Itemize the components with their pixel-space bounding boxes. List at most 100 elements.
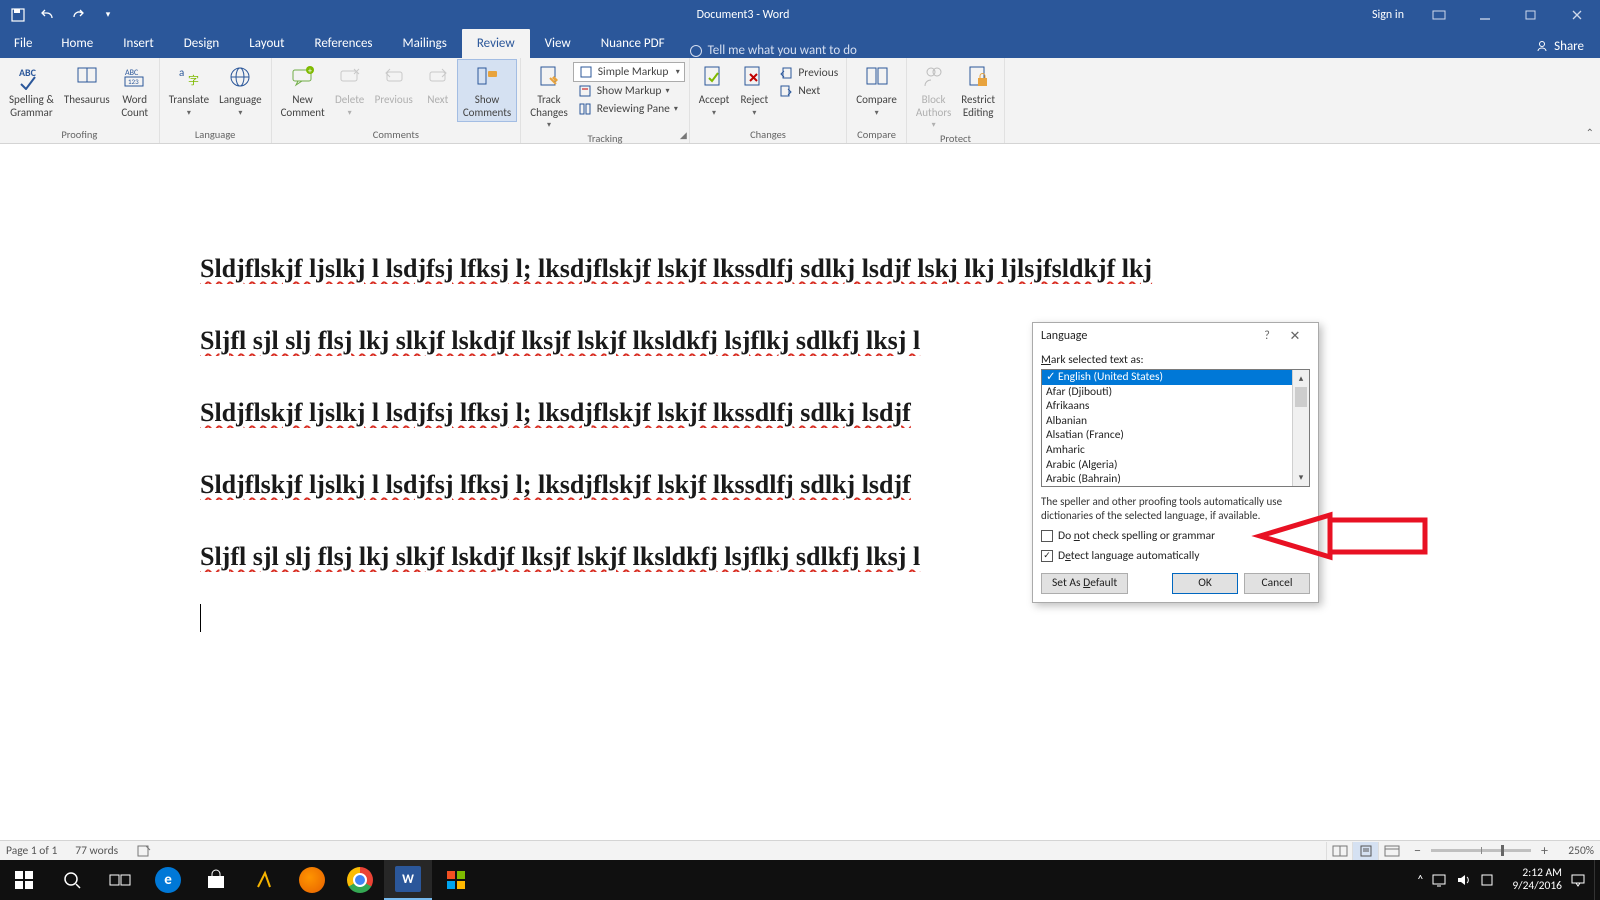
sign-in-link[interactable]: Sign in: [1360, 8, 1416, 22]
language-option[interactable]: ✓English (United States): [1042, 370, 1292, 385]
tray-network-icon[interactable]: [1432, 873, 1456, 887]
dialog-close-button[interactable]: ✕: [1280, 329, 1310, 344]
language-option[interactable]: Afar (Djibouti): [1042, 385, 1292, 400]
scroll-thumb[interactable]: [1295, 387, 1307, 407]
group-label-language: Language: [164, 128, 267, 143]
thesaurus-button[interactable]: Thesaurus: [59, 60, 115, 109]
minimize-button[interactable]: [1462, 0, 1508, 29]
web-layout-icon[interactable]: [1378, 842, 1404, 860]
tab-review[interactable]: Review: [462, 29, 530, 58]
tab-mailings[interactable]: Mailings: [388, 29, 462, 58]
scroll-up-icon[interactable]: ▴: [1293, 370, 1309, 387]
tray-volume-icon[interactable]: [1456, 873, 1480, 887]
previous-change-button[interactable]: Previous: [774, 64, 842, 82]
ok-button[interactable]: OK: [1172, 573, 1238, 594]
taskbar-firefox-icon[interactable]: [288, 860, 336, 900]
taskbar-edge-icon[interactable]: e: [144, 860, 192, 900]
tab-layout[interactable]: Layout: [234, 29, 299, 58]
tray-notes-icon[interactable]: [1480, 873, 1504, 887]
ribbon-tabs: File HomeInsertDesignLayoutReferencesMai…: [0, 29, 1600, 58]
taskbar-winamp-icon[interactable]: [240, 860, 288, 900]
previous-comment-button[interactable]: Previous: [370, 60, 418, 109]
document-area[interactable]: Sldjflskjf ljslkj l lsdjfsj lfksj l; lks…: [0, 144, 1600, 840]
read-mode-icon[interactable]: [1326, 842, 1352, 860]
show-comments-button[interactable]: Show Comments: [458, 60, 516, 121]
file-tab[interactable]: File: [0, 29, 46, 58]
scroll-down-icon[interactable]: ▾: [1293, 469, 1309, 486]
language-option[interactable]: Arabic (Algeria): [1042, 458, 1292, 473]
taskbar-chrome-icon[interactable]: [336, 860, 384, 900]
save-icon[interactable]: [10, 7, 26, 23]
do-not-check-checkbox[interactable]: Do not check spelling or grammar: [1041, 529, 1310, 543]
show-desktop-button[interactable]: [1594, 860, 1600, 900]
language-button[interactable]: Language ▾: [214, 60, 266, 120]
page-indicator[interactable]: Page 1 of 1: [6, 844, 57, 858]
display-for-review-dropdown[interactable]: Simple Markup ▾: [573, 62, 685, 82]
group-label-proofing: Proofing: [4, 128, 155, 143]
cancel-button[interactable]: Cancel: [1244, 573, 1310, 594]
reject-button[interactable]: Reject ▾: [734, 60, 774, 120]
taskbar-word-icon[interactable]: W: [384, 860, 432, 900]
language-option[interactable]: Amharic: [1042, 443, 1292, 458]
redo-icon[interactable]: [70, 7, 86, 23]
taskbar-app-icon[interactable]: [432, 860, 480, 900]
show-markup-dropdown[interactable]: Show Markup ▾: [573, 82, 685, 100]
next-comment-button[interactable]: Next: [418, 60, 458, 109]
tell-me-search[interactable]: Tell me what you want to do: [690, 43, 857, 58]
word-count-indicator[interactable]: 77 words: [75, 844, 118, 858]
tab-view[interactable]: View: [530, 29, 586, 58]
reviewing-pane-dropdown[interactable]: Reviewing Pane ▾: [573, 100, 685, 118]
undo-icon[interactable]: [40, 7, 56, 23]
cortana-search-icon[interactable]: [48, 860, 96, 900]
detect-language-checkbox[interactable]: ✓ Detect language automatically: [1041, 549, 1310, 563]
new-comment-button[interactable]: + New Comment: [276, 60, 330, 121]
translate-button[interactable]: a字 Translate ▾: [164, 60, 214, 120]
system-clock[interactable]: 2:12 AM 9/24/2016: [1504, 867, 1570, 893]
dialog-help-icon[interactable]: ?: [1254, 329, 1280, 343]
action-center-icon[interactable]: [1570, 872, 1594, 888]
tab-home[interactable]: Home: [46, 29, 108, 58]
spelling-grammar-button[interactable]: ABC Spelling & Grammar: [4, 60, 59, 121]
proofing-status-icon[interactable]: [136, 844, 152, 858]
svg-text:+: +: [308, 66, 312, 76]
compare-button[interactable]: Compare ▾: [851, 60, 902, 120]
language-option[interactable]: Alsatian (France): [1042, 428, 1292, 443]
language-option[interactable]: Arabic (Bahrain): [1042, 472, 1292, 486]
tab-references[interactable]: References: [300, 29, 388, 58]
delete-comment-button[interactable]: Delete ▾: [330, 60, 370, 120]
zoom-out-button[interactable]: −: [1414, 842, 1421, 859]
listbox-scrollbar[interactable]: ▴ ▾: [1292, 370, 1309, 486]
tray-overflow-icon[interactable]: ˄: [1408, 873, 1432, 888]
print-layout-icon[interactable]: [1352, 842, 1378, 860]
ribbon-display-options-icon[interactable]: [1416, 0, 1462, 29]
zoom-in-button[interactable]: +: [1541, 842, 1548, 859]
tab-insert[interactable]: Insert: [108, 29, 169, 58]
close-button[interactable]: [1554, 0, 1600, 29]
collapse-ribbon-icon[interactable]: ⌃: [1586, 126, 1594, 139]
word-count-button[interactable]: ABC123 Word Count: [115, 60, 155, 121]
language-listbox[interactable]: ✓English (United States)Afar (Djibouti)A…: [1041, 369, 1310, 487]
block-authors-icon: [919, 62, 949, 92]
task-view-icon[interactable]: [96, 860, 144, 900]
block-authors-button[interactable]: Block Authors ▾: [911, 60, 956, 132]
tab-design[interactable]: Design: [169, 29, 234, 58]
share-button[interactable]: Share: [1525, 34, 1594, 58]
tracking-dialog-launcher-icon[interactable]: ◢: [680, 130, 687, 141]
tab-nuance-pdf[interactable]: Nuance PDF: [586, 29, 680, 58]
language-option[interactable]: Albanian: [1042, 414, 1292, 429]
qat-customize-icon[interactable]: ▾: [100, 7, 116, 23]
dialog-titlebar[interactable]: Language ? ✕: [1033, 323, 1318, 349]
zoom-level[interactable]: 250%: [1558, 844, 1594, 858]
maximize-button[interactable]: [1508, 0, 1554, 29]
set-as-default-button[interactable]: Set As Default: [1041, 573, 1128, 594]
dialog-hint-text: The speller and other proofing tools aut…: [1041, 495, 1310, 523]
restrict-editing-button[interactable]: Restrict Editing: [956, 60, 1000, 121]
start-button[interactable]: [0, 860, 48, 900]
accept-button[interactable]: Accept ▾: [694, 60, 735, 120]
language-option[interactable]: Afrikaans: [1042, 399, 1292, 414]
zoom-slider[interactable]: [1431, 849, 1531, 852]
track-changes-button[interactable]: Track Changes ▾: [525, 60, 573, 132]
taskbar-store-icon[interactable]: [192, 860, 240, 900]
next-change-button[interactable]: Next: [774, 82, 842, 100]
document-line[interactable]: Sldjflskjf ljslkj l lsdjfsj lfksj l; lks…: [200, 254, 1400, 284]
